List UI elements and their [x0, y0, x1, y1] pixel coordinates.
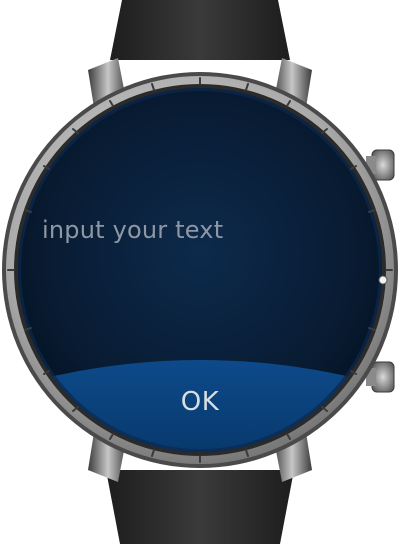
input-placeholder: input your text — [42, 216, 224, 244]
ok-button[interactable]: OK — [70, 358, 330, 446]
watch-stage: input your text OK — [0, 0, 400, 544]
ok-button-label: OK — [180, 387, 220, 417]
text-input-area[interactable]: input your text — [42, 210, 342, 250]
watch-body — [2, 0, 398, 544]
